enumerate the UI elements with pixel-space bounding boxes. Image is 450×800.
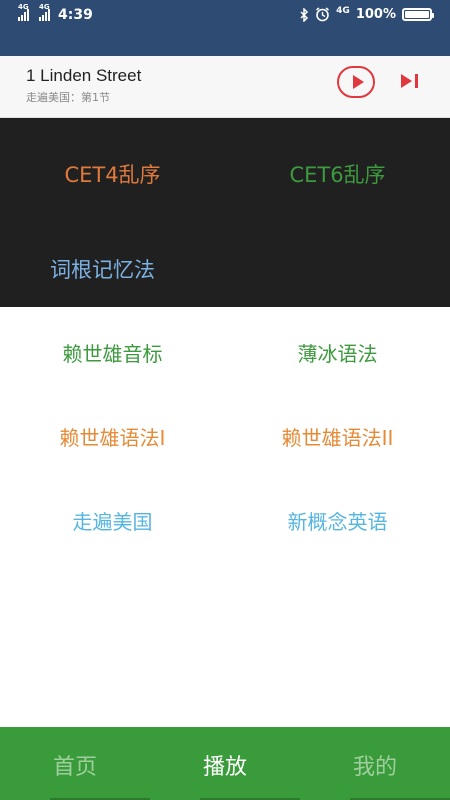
bottom-tab-bar: 首页 播放 我的 (0, 727, 450, 800)
track-subtitle: 走遍美国：第1节 (26, 91, 110, 104)
now-playing-bar[interactable]: 1 Linden Street 走遍美国：第1节 (0, 56, 450, 118)
network-type-label: 4G (336, 5, 350, 16)
network-type-label: 4G (39, 3, 50, 11)
tab-mine[interactable]: 我的 (300, 727, 450, 800)
track-title: 1 Linden Street (26, 66, 142, 85)
play-icon[interactable] (337, 66, 375, 98)
signal-icon: 4G (39, 3, 50, 21)
tab-home[interactable]: 首页 (0, 727, 150, 800)
menu-item-cet6[interactable]: CET6乱序 (225, 159, 450, 189)
light-category-panel: 赖世雄音标 薄冰语法 赖世雄语法I 赖世雄语法II 走遍美国 新概念英语 (0, 307, 450, 727)
tab-label: 我的 (352, 755, 397, 780)
clock-time: 4:39 (58, 7, 93, 23)
battery-icon (402, 8, 434, 21)
status-bar: 4G 4G 4:39 4G 100% (0, 0, 450, 56)
signal-icon: 4G (18, 3, 29, 21)
battery-percent: 100% (355, 7, 396, 22)
menu-item-family-album[interactable]: 走遍美国 (0, 506, 225, 535)
menu-item-phonetics[interactable]: 赖世雄音标 (0, 338, 225, 367)
menu-item-grammar-1[interactable]: 赖世雄语法I (0, 422, 225, 451)
dark-category-panel: CET4乱序 CET6乱序 词根记忆法 (0, 118, 450, 307)
tab-label: 首页 (52, 755, 97, 780)
menu-item-new-concept[interactable]: 新概念英语 (225, 506, 450, 535)
status-right: 4G 100% (300, 5, 434, 22)
alarm-icon (316, 7, 330, 22)
tab-play[interactable]: 播放 (150, 727, 300, 800)
skip-next-icon[interactable] (399, 72, 421, 90)
status-left: 4G 4G 4:39 (18, 3, 93, 23)
menu-item-cet4[interactable]: CET4乱序 (0, 159, 225, 189)
bluetooth-icon (300, 7, 309, 22)
tab-label: 播放 (202, 755, 247, 780)
menu-item-roots[interactable]: 词根记忆法 (0, 254, 205, 284)
network-type-label: 4G (18, 3, 29, 11)
menu-item-grammar-2[interactable]: 赖世雄语法II (225, 422, 450, 451)
menu-item-bobing-grammar[interactable]: 薄冰语法 (225, 338, 450, 367)
